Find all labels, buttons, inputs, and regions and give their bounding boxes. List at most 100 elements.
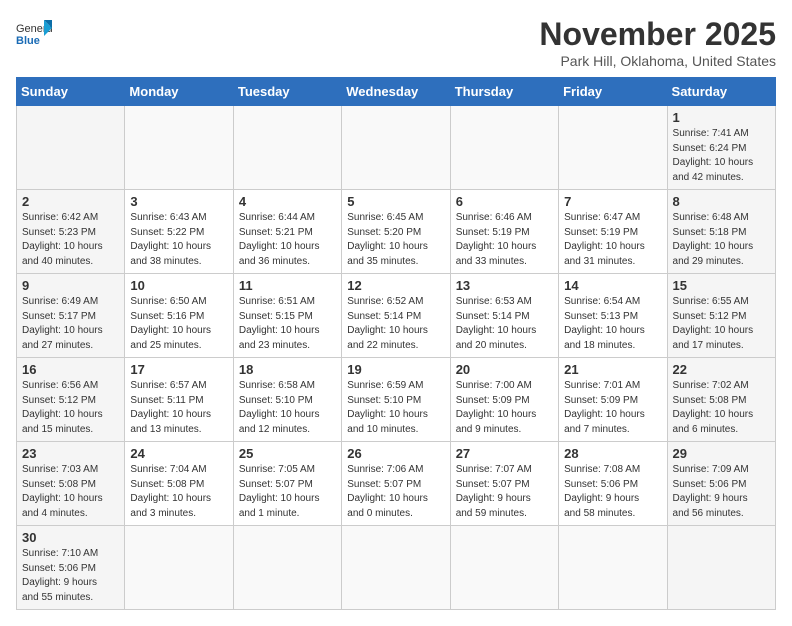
logo: General Blue <box>16 16 52 52</box>
table-cell: 8 Sunrise: 6:48 AM Sunset: 5:18 PM Daylig… <box>667 190 775 274</box>
day-info: Sunrise: 7:01 AM Sunset: 5:09 PM Dayligh… <box>564 379 661 437</box>
table-cell: 7Sunrise: 6:47 AM Sunset: 5:19 PM Daylig… <box>559 190 667 274</box>
day-info: Sunrise: 6:54 AM Sunset: 5:13 PM Dayligh… <box>564 295 661 353</box>
week-row-2: 2 Sunrise: 6:42 AM Sunset: 5:23 PM Daylig… <box>17 190 776 274</box>
table-cell: 17 Sunrise: 6:57 AM Sunset: 5:11 PM Dayli… <box>125 358 233 442</box>
table-cell: 21 Sunrise: 7:01 AM Sunset: 5:09 PM Dayli… <box>559 358 667 442</box>
day-number: 21 <box>564 362 661 377</box>
day-info: Sunrise: 6:55 AM Sunset: 5:12 PM Dayligh… <box>673 295 770 353</box>
table-cell <box>125 106 233 190</box>
day-number: 3 <box>130 194 227 209</box>
table-cell: 10Sunrise: 6:50 AM Sunset: 5:16 PM Dayli… <box>125 274 233 358</box>
table-cell: 24Sunrise: 7:04 AM Sunset: 5:08 PM Dayli… <box>125 442 233 526</box>
day-number: 16 <box>22 362 119 377</box>
table-cell <box>17 106 125 190</box>
table-cell: 30 Sunrise: 7:10 AM Sunset: 5:06 PM Dayli… <box>17 526 125 610</box>
table-cell: 1Sunrise: 7:41 AM Sunset: 6:24 PM Daylig… <box>667 106 775 190</box>
table-cell <box>667 526 775 610</box>
table-cell: 20Sunrise: 7:00 AM Sunset: 5:09 PM Dayli… <box>450 358 558 442</box>
col-friday: Friday <box>559 78 667 106</box>
day-info: Sunrise: 7:04 AM Sunset: 5:08 PM Dayligh… <box>130 463 227 521</box>
table-cell: 11 Sunrise: 6:51 AM Sunset: 5:15 PM Dayli… <box>233 274 341 358</box>
day-info: Sunrise: 6:48 AM Sunset: 5:18 PM Dayligh… <box>673 211 770 269</box>
svg-text:Blue: Blue <box>16 35 40 47</box>
day-number: 19 <box>347 362 444 377</box>
table-cell: 27 Sunrise: 7:07 AM Sunset: 5:07 PM Dayli… <box>450 442 558 526</box>
day-number: 14 <box>564 278 661 293</box>
table-cell <box>450 526 558 610</box>
title-block: November 2025 Park Hill, Oklahoma, Unite… <box>539 16 776 69</box>
table-cell: 3 Sunrise: 6:43 AM Sunset: 5:22 PM Daylig… <box>125 190 233 274</box>
table-cell: 15Sunrise: 6:55 AM Sunset: 5:12 PM Dayli… <box>667 274 775 358</box>
table-cell <box>125 526 233 610</box>
table-cell <box>342 526 450 610</box>
day-info: Sunrise: 6:43 AM Sunset: 5:22 PM Dayligh… <box>130 211 227 269</box>
table-cell: 26 Sunrise: 7:06 AM Sunset: 5:07 PM Dayli… <box>342 442 450 526</box>
day-info: Sunrise: 7:06 AM Sunset: 5:07 PM Dayligh… <box>347 463 444 521</box>
day-number: 27 <box>456 446 553 461</box>
table-cell <box>233 526 341 610</box>
logo-icon: General Blue <box>16 16 52 52</box>
day-info: Sunrise: 6:58 AM Sunset: 5:10 PM Dayligh… <box>239 379 336 437</box>
col-wednesday: Wednesday <box>342 78 450 106</box>
day-number: 4 <box>239 194 336 209</box>
table-cell: 28 Sunrise: 7:08 AM Sunset: 5:06 PM Dayli… <box>559 442 667 526</box>
day-number: 18 <box>239 362 336 377</box>
table-cell: 23Sunrise: 7:03 AM Sunset: 5:08 PM Dayli… <box>17 442 125 526</box>
header-row: Sunday Monday Tuesday Wednesday Thursday… <box>17 78 776 106</box>
week-row-5: 23Sunrise: 7:03 AM Sunset: 5:08 PM Dayli… <box>17 442 776 526</box>
table-cell <box>450 106 558 190</box>
page-header: General Blue November 2025 Park Hill, Ok… <box>16 16 776 69</box>
table-cell: 19Sunrise: 6:59 AM Sunset: 5:10 PM Dayli… <box>342 358 450 442</box>
day-number: 11 <box>239 278 336 293</box>
calendar-table: Sunday Monday Tuesday Wednesday Thursday… <box>16 77 776 610</box>
day-info: Sunrise: 7:02 AM Sunset: 5:08 PM Dayligh… <box>673 379 770 437</box>
day-info: Sunrise: 7:08 AM Sunset: 5:06 PM Dayligh… <box>564 463 661 521</box>
table-cell: 16 Sunrise: 6:56 AM Sunset: 5:12 PM Dayli… <box>17 358 125 442</box>
day-info: Sunrise: 7:05 AM Sunset: 5:07 PM Dayligh… <box>239 463 336 521</box>
table-cell <box>233 106 341 190</box>
day-number: 20 <box>456 362 553 377</box>
col-sunday: Sunday <box>17 78 125 106</box>
day-info: Sunrise: 6:53 AM Sunset: 5:14 PM Dayligh… <box>456 295 553 353</box>
day-info: Sunrise: 6:57 AM Sunset: 5:11 PM Dayligh… <box>130 379 227 437</box>
day-number: 29 <box>673 446 770 461</box>
table-cell <box>559 526 667 610</box>
day-info: Sunrise: 7:10 AM Sunset: 5:06 PM Dayligh… <box>22 547 119 605</box>
day-info: Sunrise: 6:52 AM Sunset: 5:14 PM Dayligh… <box>347 295 444 353</box>
week-row-6: 30 Sunrise: 7:10 AM Sunset: 5:06 PM Dayli… <box>17 526 776 610</box>
day-number: 26 <box>347 446 444 461</box>
day-number: 30 <box>22 530 119 545</box>
day-number: 22 <box>673 362 770 377</box>
table-cell: 6Sunrise: 6:46 AM Sunset: 5:19 PM Daylig… <box>450 190 558 274</box>
calendar-subtitle: Park Hill, Oklahoma, United States <box>539 53 776 69</box>
day-number: 2 <box>22 194 119 209</box>
day-info: Sunrise: 7:07 AM Sunset: 5:07 PM Dayligh… <box>456 463 553 521</box>
week-row-3: 9 Sunrise: 6:49 AM Sunset: 5:17 PM Daylig… <box>17 274 776 358</box>
day-info: Sunrise: 6:49 AM Sunset: 5:17 PM Dayligh… <box>22 295 119 353</box>
day-info: Sunrise: 7:09 AM Sunset: 5:06 PM Dayligh… <box>673 463 770 521</box>
day-number: 17 <box>130 362 227 377</box>
day-info: Sunrise: 6:44 AM Sunset: 5:21 PM Dayligh… <box>239 211 336 269</box>
day-info: Sunrise: 6:51 AM Sunset: 5:15 PM Dayligh… <box>239 295 336 353</box>
week-row-1: 1Sunrise: 7:41 AM Sunset: 6:24 PM Daylig… <box>17 106 776 190</box>
table-cell: 4 Sunrise: 6:44 AM Sunset: 5:21 PM Daylig… <box>233 190 341 274</box>
table-cell: 22 Sunrise: 7:02 AM Sunset: 5:08 PM Dayli… <box>667 358 775 442</box>
day-info: Sunrise: 6:50 AM Sunset: 5:16 PM Dayligh… <box>130 295 227 353</box>
day-number: 8 <box>673 194 770 209</box>
day-info: Sunrise: 6:46 AM Sunset: 5:19 PM Dayligh… <box>456 211 553 269</box>
day-number: 1 <box>673 110 770 125</box>
day-info: Sunrise: 6:45 AM Sunset: 5:20 PM Dayligh… <box>347 211 444 269</box>
calendar-title: November 2025 <box>539 16 776 53</box>
day-number: 7 <box>564 194 661 209</box>
day-number: 12 <box>347 278 444 293</box>
day-info: Sunrise: 6:42 AM Sunset: 5:23 PM Dayligh… <box>22 211 119 269</box>
table-cell: 18 Sunrise: 6:58 AM Sunset: 5:10 PM Dayli… <box>233 358 341 442</box>
table-cell <box>342 106 450 190</box>
col-tuesday: Tuesday <box>233 78 341 106</box>
day-number: 28 <box>564 446 661 461</box>
day-number: 9 <box>22 278 119 293</box>
day-number: 5 <box>347 194 444 209</box>
col-monday: Monday <box>125 78 233 106</box>
day-info: Sunrise: 6:56 AM Sunset: 5:12 PM Dayligh… <box>22 379 119 437</box>
